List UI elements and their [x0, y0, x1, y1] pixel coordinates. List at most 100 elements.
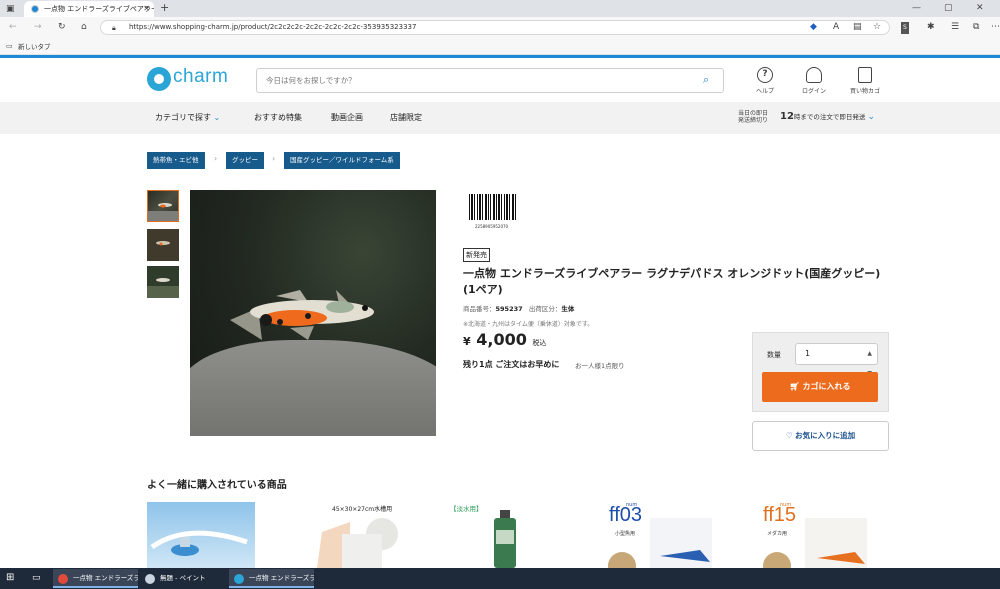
logo-text[interactable]: charm: [173, 66, 228, 88]
lock-icon: 🔒︎: [112, 24, 116, 32]
num-label: num: [626, 502, 638, 508]
recommend-item-5[interactable]: ff15 num メダカ用: [755, 502, 867, 568]
login-label: ログイン: [801, 88, 826, 95]
taskbar-chrome-window[interactable]: 一点物 エンドラーズラ...: [53, 569, 138, 588]
breadcrumb-tropical-fish[interactable]: 熱帯魚・エビ他: [147, 152, 205, 169]
paint-icon: [145, 574, 155, 584]
search-icon[interactable]: ⌕: [703, 73, 717, 87]
add-to-cart-button[interactable]: 🛒︎ カゴに入れる: [762, 372, 878, 402]
fish-thumbnail-image: [147, 229, 179, 261]
search-placeholder: 今日は何をお探しですか？: [266, 76, 356, 85]
breadcrumb-separator-icon: ›: [214, 154, 218, 163]
medaka-food-package-image: [763, 518, 867, 568]
favorites-item[interactable]: 新しいタブ: [18, 41, 51, 51]
tab-title: 一点物 エンドラーズライブペアラー ラ: [44, 5, 154, 13]
favorite-star-icon[interactable]: ☆: [873, 22, 881, 32]
favorites-bar: [0, 38, 1000, 55]
barcode-image: [469, 194, 516, 220]
help-label: ヘルプ: [755, 88, 774, 95]
recommend-item-3[interactable]: 【淡水用】: [450, 502, 560, 568]
nav-categories[interactable]: カテゴリで探す ⌄: [155, 112, 220, 123]
chrome-icon: [58, 574, 68, 584]
product-thumbnail-3[interactable]: [147, 266, 179, 298]
site-favicon-icon: [31, 5, 39, 13]
quantity-label: 数量: [767, 351, 781, 359]
section-title: よく一緒に購入されている商品: [147, 480, 287, 491]
home-icon[interactable]: ⌂: [81, 22, 87, 32]
extensions-puzzle-icon[interactable]: ✱: [927, 22, 935, 32]
more-menu-icon[interactable]: ⋯: [991, 22, 1000, 32]
task-view-icon[interactable]: ▭: [32, 573, 41, 583]
windows-start-icon[interactable]: ⊞: [6, 573, 14, 583]
deadline-hour: 12: [780, 111, 794, 122]
taskbar-paint-window[interactable]: 無題 - ペイント: [140, 569, 225, 588]
product-code: 595237: [495, 305, 523, 313]
product-main-image[interactable]: [190, 190, 436, 436]
cart-label: 買い物カゴ: [849, 88, 880, 95]
login-link[interactable]: ログイン: [798, 67, 830, 95]
fish-thumbnail-image: [147, 266, 179, 298]
search-input[interactable]: 今日は何をお探しですか？ ⌕: [256, 68, 724, 93]
deadline-label: 当日の即日 発送締切り: [738, 110, 769, 124]
read-aloud-icon[interactable]: A: [833, 22, 839, 32]
url-text: https://www.shopping-charm.jp/product/2c…: [129, 23, 417, 31]
maximize-icon[interactable]: ▢: [944, 3, 953, 13]
help-link[interactable]: ? ヘルプ: [752, 67, 778, 95]
stock-status: 残り1点 ご注文はお早めに: [463, 360, 560, 369]
breadcrumb-guppy[interactable]: グッピー: [226, 152, 264, 169]
recommend-item-1[interactable]: [147, 502, 255, 568]
breadcrumb-domestic-guppy[interactable]: 国産グッピー／ワイルドフォーム系: [284, 152, 400, 169]
nav-video[interactable]: 動画企画: [331, 112, 363, 123]
window-close-icon[interactable]: ✕: [976, 3, 984, 13]
barcode-number: 2258905952070: [475, 224, 509, 229]
charm-logo-icon[interactable]: [147, 67, 171, 91]
favorites-bar-icon[interactable]: ☰: [951, 22, 959, 32]
collections-icon[interactable]: ⧉: [973, 22, 979, 32]
cart-link[interactable]: 買い物カゴ: [845, 67, 885, 95]
num-label: num: [780, 502, 792, 508]
filter-mat-image: [317, 518, 398, 568]
reader-view-icon[interactable]: ▤: [853, 22, 862, 32]
help-icon: ?: [757, 67, 773, 83]
fish-food-package-image: [608, 518, 712, 568]
nav-store-limited[interactable]: 店舗限定: [390, 112, 422, 123]
extension-icon[interactable]: S: [901, 22, 909, 34]
chevron-down-icon: ⌄: [867, 112, 876, 122]
recommend-item-2[interactable]: 45×30×27cm水槽用: [302, 502, 420, 568]
tax-label: 税込: [532, 339, 547, 347]
url-field[interactable]: 🔒︎ https://www.shopping-charm.jp/product…: [100, 20, 890, 35]
water-conditioner-bottle-image: [494, 510, 516, 568]
deadline-info[interactable]: 12時までの注文で即日発送 ⌄: [780, 111, 875, 122]
nav-featured[interactable]: おすすめ特集: [254, 112, 302, 123]
cart-icon: [858, 67, 872, 83]
tracking-shield-icon[interactable]: ◆: [810, 22, 817, 32]
cart-icon: 🛒︎: [789, 382, 800, 391]
price-value: 4,000: [476, 330, 527, 349]
quantity-stepper[interactable]: 1 ▲▼: [795, 343, 878, 377]
chevron-down-icon: ⌄: [213, 113, 221, 122]
deadline-text: 時までの注文で即日発送: [793, 113, 866, 121]
product-price: ¥ 4,000 税込: [463, 330, 547, 349]
minimize-icon[interactable]: —: [912, 3, 921, 13]
product-thumbnail-2[interactable]: [147, 229, 179, 261]
shipping-note: ※北海道・九州はタイム便（乗休道）対象です。: [463, 321, 594, 328]
product-thumbnail-1[interactable]: [147, 190, 179, 222]
quantity-value: 1: [805, 349, 811, 358]
tab-close-icon[interactable]: ✕: [143, 1, 150, 17]
add-to-favorites-button[interactable]: ♡ お気に入りに追加: [752, 421, 889, 451]
product-meta: 商品番号：595237 出荷区分：生体: [463, 305, 575, 313]
browser-tab-active[interactable]: 一点物 エンドラーズライブペアラー ラ ✕: [24, 1, 154, 17]
edge-icon: [234, 574, 244, 584]
back-icon[interactable]: ←: [9, 22, 17, 32]
ship-category: 生体: [561, 305, 575, 313]
new-release-badge: 新発売: [463, 248, 490, 262]
reload-icon[interactable]: ↻: [58, 22, 66, 32]
purchase-limit: お一人様1点限り: [575, 362, 625, 370]
heart-icon: ♡: [785, 431, 793, 440]
forward-icon[interactable]: →: [34, 22, 42, 32]
tab-actions-icon[interactable]: ▣: [6, 4, 15, 14]
product-title: 一点物 エンドラーズライブペアラー ラグナデパドス オレンジドット(国産グッピー…: [463, 267, 881, 296]
recommend-item-4[interactable]: ff03 num 小型魚用: [600, 502, 712, 568]
new-tab-icon[interactable]: +: [160, 2, 169, 13]
taskbar-edge-window[interactable]: 一点物 エンドラーズラ...: [229, 569, 314, 588]
